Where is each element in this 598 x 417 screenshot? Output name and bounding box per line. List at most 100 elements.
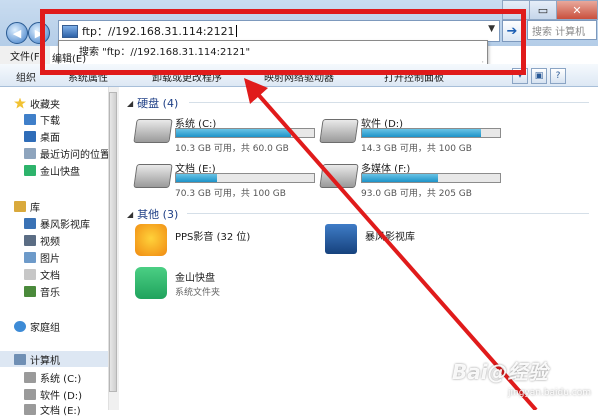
go-button[interactable]: ➔ [502, 20, 522, 42]
computer-icon [62, 24, 78, 38]
sidebar-item-documents[interactable]: 文档 [24, 266, 60, 282]
drive-info: 10.3 GB 可用，共 60.0 GB [175, 144, 289, 154]
sidebar-label: 计算机 [30, 355, 60, 367]
sidebar-label: 文档 [40, 270, 60, 282]
drive-usage-fill [176, 174, 218, 182]
sidebar-label: 最近访问的位置 [40, 149, 110, 161]
view-menu-icon[interactable]: ▾ [512, 68, 528, 84]
drive-usage-bar [175, 128, 315, 138]
sidebar-label: 系统 (C:) [40, 373, 82, 385]
toolbar-item[interactable]: 卸载或更改程序 [152, 69, 222, 84]
address-bar[interactable]: ftp：//192.168.31.114:2121 ▼ [58, 20, 500, 42]
collapse-icon: ◢ [127, 209, 134, 219]
item-name: 金山快盘 [175, 273, 215, 284]
drive-info: 93.0 GB 可用，共 205 GB [361, 189, 472, 199]
sidebar-label: 收藏夹 [30, 99, 60, 111]
item-name: PPS影音 (32 位) [175, 232, 251, 243]
forward-button[interactable]: ▶ [28, 22, 50, 44]
menu-bar: 文件(F) [0, 46, 50, 64]
document-icon [24, 268, 36, 280]
sidebar-item-drive-e[interactable]: 文档 (E:) [24, 401, 81, 417]
address-input[interactable]: ftp：//192.168.31.114:2121 [82, 23, 235, 39]
toolbar-item[interactable]: 打开控制面板 [384, 69, 444, 84]
close-button[interactable]: ✕ [556, 0, 598, 20]
sidebar-item-pictures[interactable]: 图片 [24, 249, 60, 265]
arrow-right-icon: ▶ [34, 26, 44, 40]
group-divider [187, 213, 589, 214]
help-icon[interactable]: ? [550, 68, 566, 84]
windows-drive-icon [133, 119, 173, 143]
drive-info: 70.3 GB 可用，共 100 GB [175, 189, 286, 199]
sidebar-label: 文档 (E:) [40, 405, 81, 417]
item-name: 暴风影视库 [365, 232, 415, 243]
back-button[interactable]: ◀ [6, 22, 28, 44]
kuaipan-icon [24, 164, 36, 176]
drive-icon [319, 119, 359, 143]
menu-edit[interactable]: 编辑(E) [52, 50, 86, 65]
suggestion-search-item[interactable]: 搜索 "ftp：//192.168.31.114:2121" [79, 43, 250, 58]
sidebar-item-kuaipan[interactable]: 金山快盘 [24, 162, 80, 178]
group-header-hdd[interactable]: ◢ 硬盘 (4) [127, 95, 178, 111]
group-title: 硬盘 (4) [137, 97, 179, 110]
drive-icon [24, 388, 36, 400]
organize-button[interactable]: 组织 [16, 69, 36, 84]
sidebar-label: 视频 [40, 236, 60, 248]
music-icon [24, 285, 36, 297]
drive-usage-bar [361, 173, 501, 183]
sidebar-item-music[interactable]: 音乐 [24, 283, 60, 299]
sidebar-item-baofeng[interactable]: 暴风影视库 [24, 215, 90, 231]
sidebar-label: 下载 [40, 115, 60, 127]
video-library-icon [24, 217, 36, 229]
sidebar-label: 图片 [40, 253, 60, 265]
sidebar-homegroup[interactable]: 家庭组 [14, 318, 60, 334]
drive-icon [24, 403, 36, 415]
sidebar-libraries[interactable]: 库 [14, 198, 40, 214]
sidebar-item-drive-d[interactable]: 软件 (D:) [24, 386, 82, 402]
text-caret [235, 25, 237, 37]
sidebar-label: 金山快盘 [40, 166, 80, 178]
pps-icon [135, 224, 167, 256]
sidebar-item-recent[interactable]: 最近访问的位置 [24, 145, 110, 161]
maximize-button[interactable]: ▭ [529, 0, 557, 20]
sidebar-item-desktop[interactable]: 桌面 [24, 128, 60, 144]
group-divider [189, 102, 589, 103]
sidebar-item-downloads[interactable]: 下载 [24, 111, 60, 127]
minimize-button[interactable]: — [502, 0, 530, 20]
drive-icon [319, 164, 359, 188]
sidebar-scroll-thumb[interactable] [109, 92, 117, 392]
toolbar-item[interactable]: 系统属性 [68, 69, 108, 84]
sidebar-favorites[interactable]: 收藏夹 [14, 95, 60, 111]
drive-usage-fill [362, 129, 481, 137]
baidu-watermark: Bai@经验 jingyan.baidu.com [452, 352, 594, 406]
group-header-other[interactable]: ◢ 其他 (3) [127, 206, 178, 222]
watermark-url: jingyan.baidu.com [508, 388, 592, 398]
sidebar-computer[interactable]: 计算机 [0, 351, 108, 367]
sidebar-label: 库 [30, 202, 40, 214]
sidebar-label: 暴风影视库 [40, 219, 90, 231]
drive-icon [133, 164, 173, 188]
drive-usage-fill [362, 174, 438, 182]
preview-pane-icon[interactable]: ▣ [531, 68, 547, 84]
recent-places-icon [24, 147, 36, 159]
drive-usage-bar [361, 128, 501, 138]
go-arrow-icon: ➔ [506, 23, 518, 39]
window-controls: — ▭ ✕ [502, 0, 598, 20]
toolbar-item[interactable]: 映射网络驱动器 [264, 69, 334, 84]
library-icon [14, 200, 26, 212]
menu-file[interactable]: 文件(F) [10, 48, 44, 63]
drive-info: 14.3 GB 可用，共 100 GB [361, 144, 472, 154]
address-dropdown-icon[interactable]: ▼ [488, 24, 495, 34]
download-folder-icon [24, 113, 36, 125]
arrow-left-icon: ◀ [12, 26, 22, 40]
collapse-icon: ◢ [127, 98, 134, 108]
sidebar-item-drive-c[interactable]: 系统 (C:) [24, 369, 81, 385]
watermark-logo-text: Bai@经验 [452, 360, 548, 384]
navigation-pane: 收藏夹 下载 桌面 最近访问的位置 金山快盘 库 暴风影视库 视频 图片 文档 … [0, 87, 119, 417]
search-input[interactable]: 搜索 计算机 [527, 20, 597, 40]
sidebar-item-videos[interactable]: 视频 [24, 232, 60, 248]
picture-icon [24, 251, 36, 263]
sidebar-label: 音乐 [40, 287, 60, 299]
sidebar-label: 家庭组 [30, 322, 60, 334]
homegroup-icon [14, 320, 26, 332]
video-icon [24, 234, 36, 246]
